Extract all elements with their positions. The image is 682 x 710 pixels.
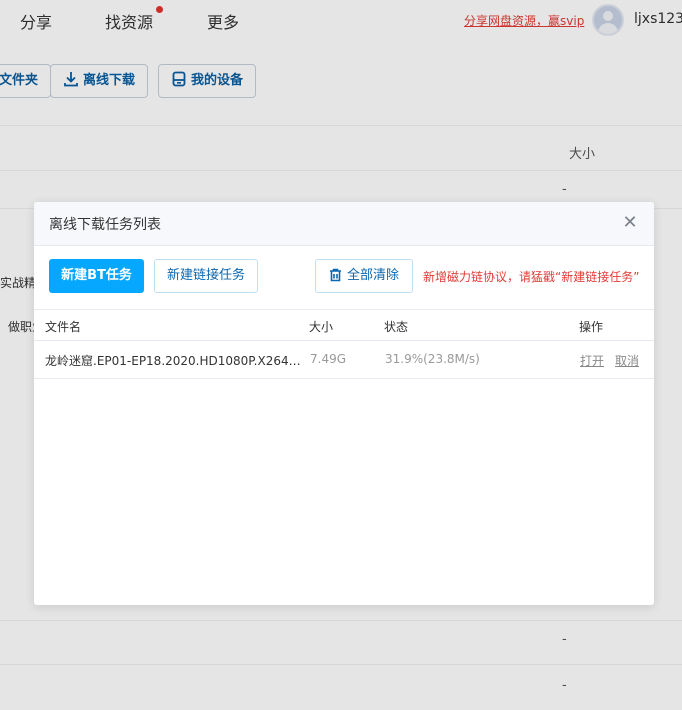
task-table-header: 文件名 大小 状态 操作 — [34, 309, 654, 341]
offline-download-dialog: 离线下载任务列表 ✕ 新建BT任务 新建链接任务 全部清除 新增磁力链协议，请猛… — [34, 202, 654, 605]
trash-icon — [329, 268, 341, 282]
col-actions: 操作 — [579, 320, 604, 334]
dialog-header: 离线下载任务列表 ✕ — [34, 202, 654, 246]
new-link-task-button[interactable]: 新建链接任务 — [154, 259, 258, 293]
open-task-link[interactable]: 打开 — [580, 352, 604, 369]
dialog-title: 离线下载任务列表 — [49, 217, 161, 233]
task-size: 7.49G — [310, 352, 347, 366]
col-filename: 文件名 — [45, 320, 82, 334]
cancel-task-link[interactable]: 取消 — [615, 352, 639, 369]
col-size: 大小 — [309, 320, 334, 334]
clear-all-button[interactable]: 全部清除 — [315, 259, 413, 293]
new-bt-task-button[interactable]: 新建BT任务 — [49, 259, 144, 293]
close-icon[interactable]: ✕ — [620, 213, 640, 233]
col-status: 状态 — [384, 320, 409, 334]
task-filename: 龙岭迷窟.EP01-EP18.2020.HD1080P.X264.AAC.Man… — [45, 354, 303, 368]
clear-all-label: 全部清除 — [346, 268, 399, 283]
task-row: 龙岭迷窟.EP01-EP18.2020.HD1080P.X264.AAC.Man… — [34, 341, 654, 379]
magnet-notice: 新增磁力链协议，请猛戳“新建链接任务” — [423, 270, 640, 284]
task-status: 31.9%(23.8M/s) — [385, 352, 480, 366]
